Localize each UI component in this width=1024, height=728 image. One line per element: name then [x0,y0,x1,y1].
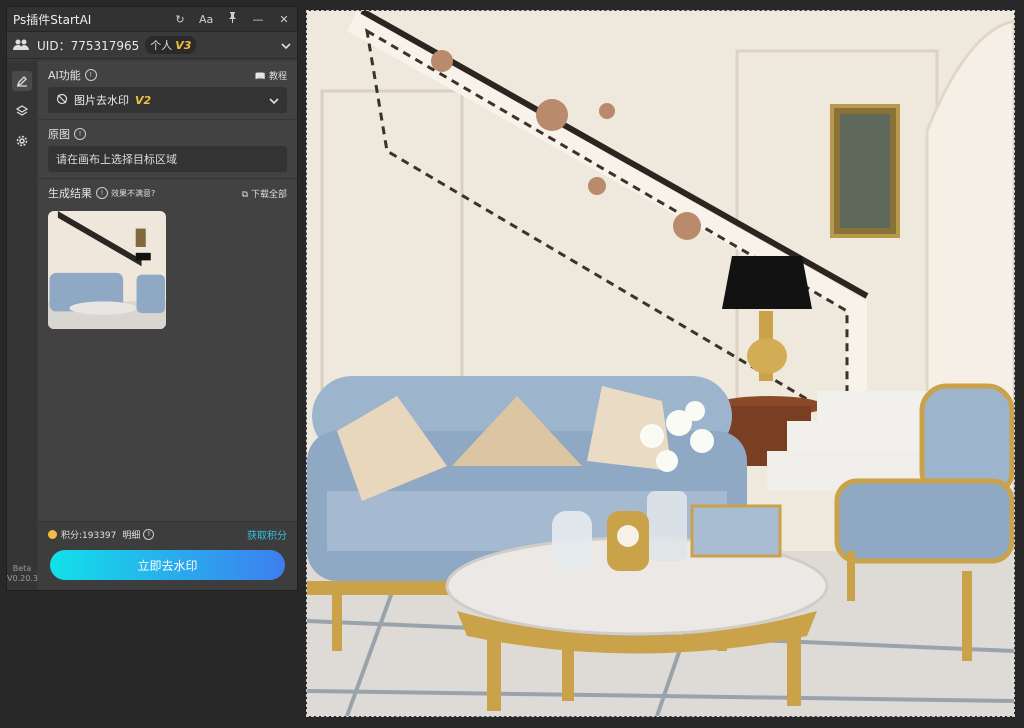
feature-version: V2 [135,93,152,107]
user-id: UID：775317965 [37,38,140,53]
plugin-panel: Ps插件StartAI ↻ Aa — ✕ UID：775317965 个人V3 [6,6,298,591]
info-icon[interactable]: ! [84,69,97,81]
coin-icon [48,529,57,539]
result-thumbnail[interactable] [48,211,166,329]
info-icon[interactable]: ! [96,187,108,199]
remove-watermark-button[interactable]: 立即去水印 [50,550,285,580]
tier-level: V3 [175,39,192,52]
panel-title: Ps插件StartAI [13,12,92,27]
side-rail: Beta V0.20.3 [7,61,38,590]
download-icon: ⧉ [241,189,249,200]
version-label: Beta V0.20.3 [7,564,38,583]
close-icon[interactable]: ✕ [277,13,291,26]
refresh-icon[interactable]: ↻ [173,13,187,26]
font-size-icon[interactable]: Aa [199,13,213,26]
canvas-image[interactable] [306,10,1015,717]
tier-badge: 个人 V3 [145,36,197,54]
tier-label: 个人 [150,39,173,52]
tutorial-link[interactable]: 📖 教程 [255,69,287,82]
edit-tool-icon[interactable] [12,71,32,91]
pin-icon[interactable] [225,12,239,26]
tutorial-label: 教程 [268,71,287,82]
ai-feature-section: AI功能 ! 📖 教程 图片去水印 V2 [38,61,297,120]
feature-name: 图片去水印 [74,94,129,107]
original-label: 原图 [48,128,70,141]
ai-feature-label: AI功能 [48,69,81,82]
book-icon: 📖 [254,71,267,82]
original-area-field[interactable]: 请在画布上选择目标区域 [48,146,287,172]
result-label: 生成结果 [48,187,92,200]
minimize-icon[interactable]: — [251,13,265,26]
get-points-link[interactable]: 获取积分 [247,527,287,542]
points-detail-link[interactable]: 明细 [122,528,140,541]
no-watermark-icon [56,93,68,108]
points-balance: 积分:193397 [61,530,117,541]
action-footer: 积分:193397 明细 ! 获取积分 立即去水印 [38,521,297,590]
chevron-down-icon[interactable] [281,38,291,52]
download-all-button[interactable]: ⧉ 下载全部 [242,187,287,200]
info-icon[interactable]: ! [143,528,155,540]
main-content: AI功能 ! 📖 教程 图片去水印 V2 原图 ! 请在画布上选择目标区域 生成… [38,61,297,590]
result-section: 生成结果 ! 效果不满意? ⧉ 下载全部 [38,179,297,335]
user-bar[interactable]: UID：775317965 个人 V3 [7,32,297,59]
room-illustration [307,11,1014,716]
download-all-label: 下载全部 [250,189,287,200]
chevron-down-icon [269,94,279,107]
gear-icon[interactable] [12,131,32,151]
original-section: 原图 ! 请在画布上选择目标区域 [38,120,297,179]
feature-select[interactable]: 图片去水印 V2 [48,87,287,113]
title-bar: Ps插件StartAI ↻ Aa — ✕ [7,7,297,32]
info-icon[interactable]: ! [74,128,86,140]
feedback-link[interactable]: 效果不满意? [111,188,155,199]
users-icon [13,36,29,55]
layers-icon[interactable] [12,101,32,121]
